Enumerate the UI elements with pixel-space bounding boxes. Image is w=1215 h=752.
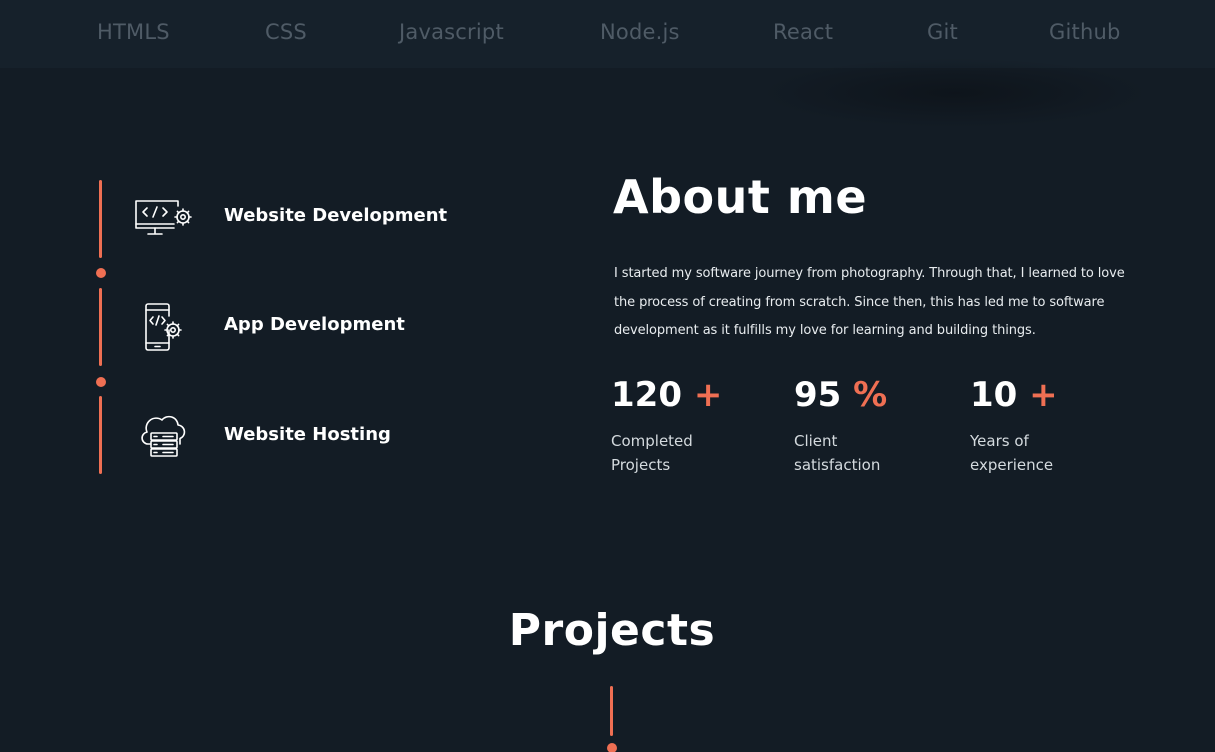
- projects-timeline-line: [610, 686, 613, 736]
- skill-javascript: Javascript: [399, 20, 504, 44]
- stat-value: 120: [611, 375, 682, 415]
- page: HTMLS CSS Javascript Node.js React Git G…: [0, 0, 1215, 752]
- stat-number: 120 +: [611, 375, 722, 415]
- stat-suffix: +: [693, 375, 723, 415]
- stat-label: Client satisfaction: [794, 430, 924, 477]
- service-label: Website Development: [224, 205, 448, 226]
- stat-label-line: Client: [794, 432, 838, 450]
- stat-value: 95: [794, 375, 842, 415]
- phone-code-gear-icon: [145, 303, 182, 351]
- projects-timeline-dot: [607, 743, 617, 752]
- skills-bar: HTMLS CSS Javascript Node.js React Git G…: [0, 0, 1215, 68]
- stat-label: Years of experience: [970, 430, 1100, 477]
- timeline-line: [99, 180, 102, 258]
- stat-value: 10: [970, 375, 1018, 415]
- projects-title: Projects: [508, 605, 716, 656]
- stat-label-line: experience: [970, 455, 1054, 474]
- skill-css: CSS: [265, 20, 307, 44]
- stat-suffix: %: [853, 375, 888, 415]
- stat-label-line: satisfaction: [794, 455, 881, 474]
- skill-react: React: [773, 20, 834, 44]
- shadow-glow: [760, 58, 1150, 128]
- skill-nodejs: Node.js: [600, 20, 680, 44]
- skill-github: Github: [1049, 20, 1121, 44]
- stat-label-line: Projects: [611, 455, 671, 474]
- timeline-line: [99, 288, 102, 366]
- service-label: App Development: [224, 314, 405, 335]
- timeline-dot: [96, 268, 106, 278]
- cloud-server-icon: [141, 415, 186, 457]
- timeline-dot: [96, 377, 106, 387]
- skill-htmls: HTMLS: [97, 20, 170, 44]
- stat-suffix: +: [1029, 375, 1058, 415]
- skill-git: Git: [927, 20, 958, 44]
- service-label: Website Hosting: [224, 424, 391, 445]
- about-description: I started my software journey from photo…: [614, 266, 1125, 338]
- stat-label-line: Years of: [970, 432, 1029, 450]
- timeline-line: [99, 396, 102, 474]
- stat-number: 10 +: [970, 375, 1058, 415]
- about-title: About me: [613, 170, 868, 224]
- stat-number: 95 %: [794, 375, 887, 415]
- stat-label: Completed Projects: [611, 430, 741, 477]
- monitor-code-gear-icon: [135, 200, 192, 235]
- stat-label-line: Completed: [611, 432, 693, 450]
